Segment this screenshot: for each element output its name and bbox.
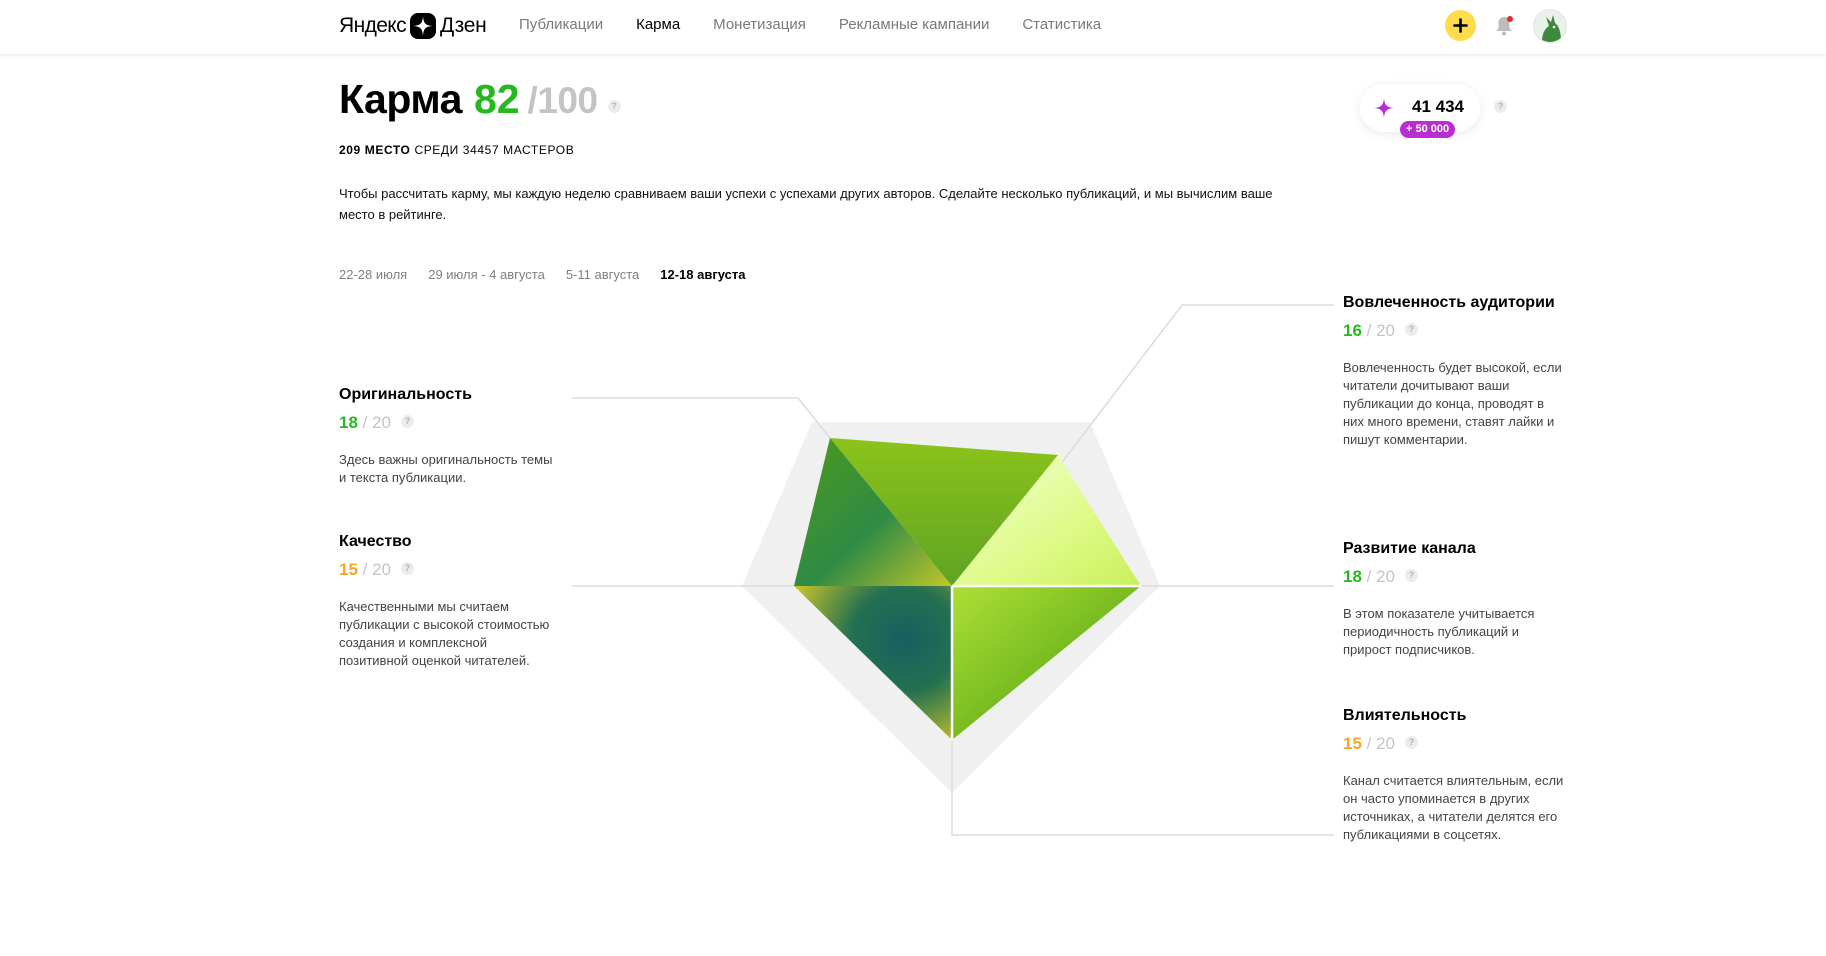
metric-title: Развитие канала xyxy=(1343,540,1476,557)
zen-star-icon xyxy=(410,13,437,39)
balance-help-icon[interactable]: ? xyxy=(1494,100,1507,113)
week-tab-1[interactable]: 22-28 июля xyxy=(339,267,407,282)
karma-score: 82 xyxy=(473,76,520,122)
add-publication-button[interactable] xyxy=(1445,10,1476,41)
metric-title: Качество xyxy=(339,533,412,550)
metric-score-value: 15 xyxy=(339,560,358,579)
connector-influence xyxy=(951,586,1334,836)
connector-engagement xyxy=(1059,304,1334,466)
metric-help-icon[interactable]: ? xyxy=(1405,736,1419,750)
metric-quality: Качество 15 / 20? Качественными мы счита… xyxy=(339,533,559,670)
avatar[interactable] xyxy=(1533,9,1567,43)
metric-influence: Влиятельность 15 / 20? Канал считается в… xyxy=(1343,707,1568,844)
radar-segment-left xyxy=(794,438,952,586)
metric-score-value: 18 xyxy=(339,413,358,432)
top-bar: Яндекс Дзен Публикации Карма Монетизация… xyxy=(0,0,1826,54)
balance-bonus: + 50 000 xyxy=(1400,121,1456,138)
rank-line: 209 МЕСТО СРЕДИ 34457 МАСТЕРОВ xyxy=(339,143,574,157)
metric-help-icon[interactable]: ? xyxy=(1405,323,1419,337)
logo-word-yandex: Яндекс xyxy=(339,14,407,37)
karma-label: Карма xyxy=(339,76,462,122)
metric-description: Качественными мы считаем публикации с вы… xyxy=(339,599,550,668)
metric-score-max: 20 xyxy=(372,413,392,432)
nav-item-statistics[interactable]: Статистика xyxy=(1022,16,1101,33)
metric-description: Здесь важны оригинальность темы и текста… xyxy=(339,452,553,485)
metric-score: 16 / 20? xyxy=(1343,321,1568,341)
metric-score-max: 20 xyxy=(1376,734,1396,753)
metric-score-max: 20 xyxy=(372,560,392,579)
logo-word-zen: Дзен xyxy=(440,14,487,37)
week-tab-3[interactable]: 5-11 августа xyxy=(566,267,639,282)
metric-engagement: Вовлеченность аудитории 16 / 20? Вовлече… xyxy=(1343,294,1568,449)
radar-segment-bottom-left xyxy=(794,586,952,740)
metric-score: 18 / 20? xyxy=(339,413,559,433)
radar-segment-bottom-right xyxy=(952,586,1141,740)
balance-badge[interactable]: 41 434 + 50 000 xyxy=(1360,84,1480,138)
karma-max: /100 xyxy=(527,80,599,121)
karma-intro-text: Чтобы рассчитать карму, мы каждую неделю… xyxy=(339,186,1273,222)
nav-item-ad-campaigns[interactable]: Рекламные кампании xyxy=(839,16,989,33)
metric-score: 18 / 20? xyxy=(1343,567,1568,587)
metric-help-icon[interactable]: ? xyxy=(401,415,415,429)
metric-help-icon[interactable]: ? xyxy=(1405,569,1419,583)
radar-segment-top xyxy=(830,438,1058,586)
metric-score-max: 20 xyxy=(1376,567,1396,586)
week-tab-2[interactable]: 29 июля - 4 августа xyxy=(428,267,545,282)
nav-item-publications[interactable]: Публикации xyxy=(519,16,603,33)
metric-score-value: 15 xyxy=(1343,734,1362,753)
radar-background xyxy=(742,422,1160,793)
metric-description: Канал считается влиятельным, если он час… xyxy=(1343,773,1564,842)
radar-segment-right xyxy=(952,455,1141,586)
metric-help-icon[interactable]: ? xyxy=(401,562,415,576)
metric-originality: Оригинальность 18 / 20? Здесь важны ориг… xyxy=(339,386,559,487)
metric-score: 15 / 20? xyxy=(1343,734,1568,754)
notifications-button[interactable] xyxy=(1493,14,1515,38)
week-tab-4[interactable]: 12-18 августа xyxy=(660,267,745,282)
metric-score: 15 / 20? xyxy=(339,560,559,580)
metric-score-value: 16 xyxy=(1343,321,1362,340)
main-nav: Публикации Карма Монетизация Рекламные к… xyxy=(519,16,1134,33)
metric-description: В этом показателе учитывается периодично… xyxy=(1343,606,1535,657)
metric-title: Влиятельность xyxy=(1343,707,1467,724)
diamond-icon xyxy=(1374,98,1394,118)
rank-rest: СРЕДИ 34457 МАСТЕРОВ xyxy=(414,143,575,157)
avatar-icon xyxy=(1542,15,1561,42)
nav-item-karma[interactable]: Карма xyxy=(636,16,680,33)
metric-score-max: 20 xyxy=(1376,321,1396,340)
balance-value: 41 434 xyxy=(1412,97,1464,116)
metric-title: Вовлеченность аудитории xyxy=(1343,294,1555,311)
yandex-zen-logo[interactable]: Яндекс Дзен xyxy=(339,12,487,40)
metric-score-value: 18 xyxy=(1343,567,1362,586)
metric-growth: Развитие канала 18 / 20? В этом показате… xyxy=(1343,540,1568,659)
connector-originality xyxy=(572,397,831,439)
rank-place: 209 МЕСТО xyxy=(339,143,411,157)
karma-help-icon[interactable]: ? xyxy=(607,100,621,113)
nav-item-monetization[interactable]: Монетизация xyxy=(713,16,806,33)
plus-icon xyxy=(1453,18,1468,33)
metric-description: Вовлеченность будет высокой, если читате… xyxy=(1343,360,1562,447)
notification-dot xyxy=(1507,16,1513,22)
week-selector: 22-28 июля 29 июля - 4 августа 5-11 авгу… xyxy=(339,267,766,282)
karma-title: Карма 82 /100 ? xyxy=(339,76,621,123)
metric-title: Оригинальность xyxy=(339,386,472,403)
